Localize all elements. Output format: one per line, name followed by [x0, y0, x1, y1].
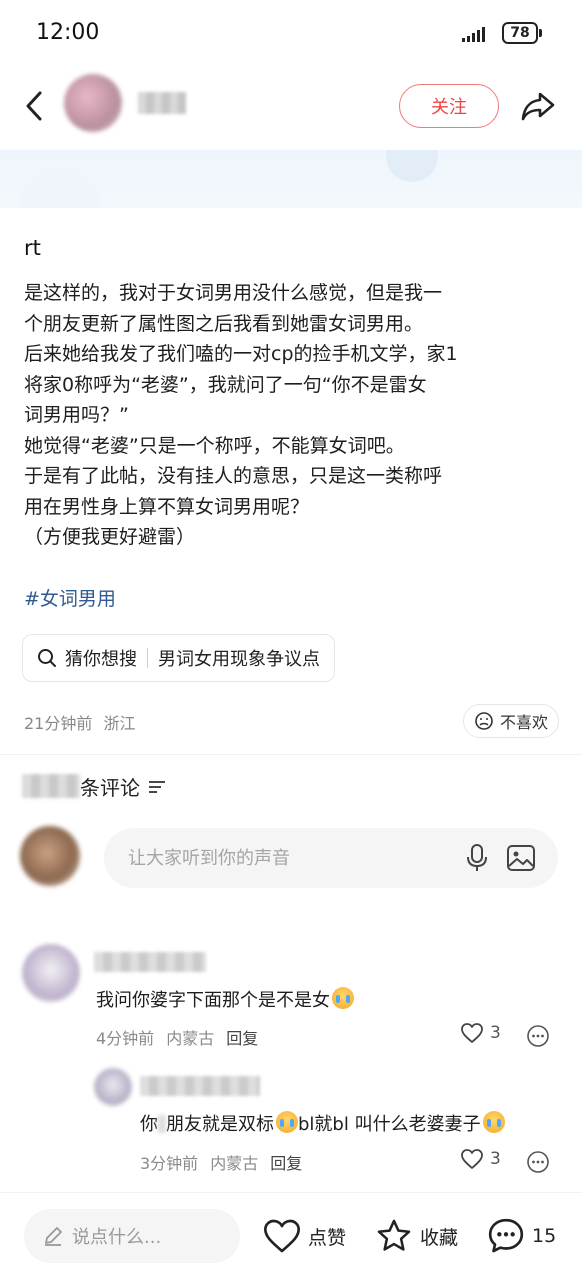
post-line: 于是有了此帖，没有挂人的意思，只是这一类称呼 — [24, 465, 443, 487]
battery-tip — [539, 29, 542, 37]
share-button[interactable] — [516, 84, 560, 128]
comment-meta: 3分钟前 内蒙古 回复 — [140, 1150, 302, 1174]
image-icon — [507, 845, 535, 871]
crying-emoji-icon — [276, 1111, 298, 1133]
heart-icon — [264, 1219, 300, 1253]
comment-location: 内蒙古 — [210, 1154, 259, 1173]
my-avatar — [20, 826, 80, 886]
comment-time: 3分钟前 — [140, 1154, 199, 1173]
comment-text: 你朋友就是双标 bl就bl 叫什么老婆妻子 — [140, 1110, 505, 1136]
dislike-button[interactable]: 不喜欢 — [463, 704, 560, 738]
comment-like-count: 3 — [490, 1023, 501, 1043]
author-avatar[interactable] — [64, 74, 122, 132]
comment-like-button[interactable]: 3 — [460, 1022, 501, 1044]
commenter-avatar[interactable] — [94, 1068, 132, 1106]
comment-bubble-icon — [488, 1218, 524, 1253]
bottom-input-placeholder: 说点什么... — [72, 1227, 162, 1248]
comment-sort-toggle[interactable]: 条评论 — [80, 772, 166, 801]
author-name-blurred[interactable] — [138, 92, 186, 114]
more-dots-icon — [527, 1151, 549, 1173]
comment-text-content: 我问你婆字下面那个是不是女 — [96, 990, 330, 1011]
comment-more-button[interactable] — [526, 1024, 550, 1048]
comment-like-button[interactable]: 3 — [460, 1148, 501, 1170]
post-time: 21分钟前 — [24, 714, 93, 733]
comment-input[interactable] — [128, 847, 450, 869]
comment-meta: 4分钟前 内蒙古 回复 — [96, 1025, 258, 1049]
sad-face-icon — [475, 712, 493, 730]
chevron-left-icon — [26, 91, 42, 121]
commenter-name-blurred[interactable] — [140, 1076, 260, 1096]
post-meta: 21分钟前 浙江 — [24, 710, 135, 734]
collect-label: 收藏 — [420, 1226, 459, 1249]
image-banner[interactable] — [0, 150, 582, 208]
heart-icon — [461, 1149, 483, 1169]
comment-text-part: 你 — [140, 1114, 158, 1135]
status-time: 12:00 — [36, 20, 100, 45]
search-chip-prefix: 猜你想搜 — [65, 649, 137, 670]
comment-text: 我问你婆字下面那个是不是女 — [96, 986, 354, 1012]
post-line: 个朋友更新了属性图之后我看到她雷女词男用。 — [24, 312, 424, 335]
search-chip-query: 男词女用现象争议点 — [158, 649, 320, 670]
reply-button[interactable]: 回复 — [226, 1025, 258, 1049]
post-title: rt — [24, 236, 41, 260]
comment-like-count: 3 — [490, 1149, 501, 1169]
commenter-avatar[interactable] — [22, 944, 80, 1002]
search-icon — [38, 649, 56, 667]
comment-text-part: bl就bl 叫什么老婆妻子 — [298, 1114, 481, 1135]
pencil-icon — [45, 1227, 62, 1246]
more-dots-icon — [527, 1025, 549, 1047]
collect-button[interactable]: 收藏 — [374, 1214, 458, 1258]
reply-button[interactable]: 回复 — [270, 1150, 302, 1174]
comment-time: 4分钟前 — [96, 1029, 155, 1048]
image-upload-button[interactable] — [504, 841, 538, 875]
battery-icon: 78 — [502, 22, 538, 44]
crying-emoji-icon — [482, 1111, 505, 1133]
microphone-icon — [467, 844, 487, 871]
like-label: 点赞 — [308, 1226, 347, 1249]
post-line: 是这样的，我对于女词男用没什么感觉，但是我一 — [24, 282, 443, 304]
divider — [0, 754, 582, 755]
post-line: 将家0称呼为“老婆”，我就问了一句“你不是雷女 — [24, 373, 427, 396]
post-body: 是这样的，我对于女词男用没什么感觉，但是我一 个朋友更新了属性图之后我看到她雷女… — [24, 278, 564, 553]
comment-header-label: 条评论 — [80, 776, 140, 800]
voice-button[interactable] — [460, 841, 494, 875]
follow-button[interactable]: 关注 — [399, 84, 499, 128]
dislike-label: 不喜欢 — [500, 713, 549, 732]
comment-text-part: 朋友就是双标 — [166, 1114, 274, 1135]
comment-button[interactable]: 15 — [486, 1214, 556, 1258]
home-indicator — [0, 1272, 582, 1280]
suggested-search-chip[interactable]: 猜你想搜 男词女用现象争议点 — [22, 634, 335, 682]
post-line: 后来她给我发了我们嗑的一对cp的捡手机文学，家1 — [24, 343, 458, 365]
bottom-comment-input[interactable]: 说点什么... — [24, 1209, 240, 1263]
divider — [147, 648, 148, 668]
comment-more-button[interactable] — [526, 1150, 550, 1174]
post-line: 用在男性身上算不算女词男用呢？ — [24, 495, 310, 518]
star-icon — [377, 1219, 411, 1251]
signal-icon — [462, 26, 485, 42]
post-line: （方便我更好避雷） — [24, 526, 196, 548]
like-button[interactable]: 点赞 — [262, 1214, 346, 1258]
back-button[interactable] — [18, 86, 50, 126]
commenter-name-blurred[interactable] — [94, 952, 206, 972]
crying-emoji-icon — [332, 987, 354, 1009]
comment-count-blurred — [22, 774, 80, 798]
blur-mark — [158, 1115, 166, 1133]
hashtag-link[interactable]: #女词男用 — [24, 584, 116, 611]
comment-location: 内蒙古 — [166, 1029, 215, 1048]
post-line: 词男用吗？” — [24, 404, 129, 426]
heart-icon — [461, 1023, 483, 1043]
sort-lines-icon — [149, 780, 165, 793]
comment-count: 15 — [532, 1225, 557, 1247]
post-location: 浙江 — [103, 714, 136, 733]
comment-input-box[interactable] — [104, 828, 558, 888]
share-arrow-icon — [521, 92, 555, 121]
post-line: 她觉得“老婆”只是一个称呼，不能算女词吧。 — [24, 434, 405, 457]
